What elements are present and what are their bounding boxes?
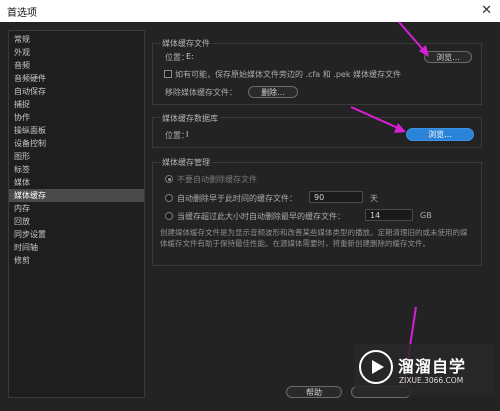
cache-size-input[interactable]: 14 <box>365 209 413 221</box>
delete-older-label: 自动删除早于此时间的缓存文件： <box>177 194 297 203</box>
cache-size-unit: GB <box>420 211 432 220</box>
save-beside-originals-label: 如有可能，保存原始媒体文件旁边的 .cfa 和 .pek 媒体缓存文件 <box>175 70 402 79</box>
no-auto-delete-label: 不要自动删除缓存文件 <box>177 175 257 184</box>
media-cache-description: 创建媒体缓存文件是为显示音频波形和改善某些媒体类型的播放。定期清理旧的或未使用的… <box>160 228 468 248</box>
cache-database-location-value: I <box>186 130 189 139</box>
cache-files-location-value: E: <box>186 52 194 61</box>
cache-files-browse-button[interactable]: 浏览... <box>424 51 472 63</box>
sidebar-item-collaboration[interactable]: 协作 <box>9 111 144 124</box>
media-cache-files-title: 媒体缓存文件 <box>160 38 212 49</box>
sidebar-item-timeline[interactable]: 时间轴 <box>9 241 144 254</box>
sidebar-item-audio[interactable]: 音频 <box>9 59 144 72</box>
sidebar-item-graphics[interactable]: 图形 <box>9 150 144 163</box>
sidebar-item-media-cache[interactable]: 媒体缓存 <box>9 189 144 202</box>
sidebar-item-audio-hardware[interactable]: 音频硬件 <box>9 72 144 85</box>
close-icon[interactable]: ✕ <box>481 3 492 18</box>
watermark-name: 溜溜自学 <box>398 357 467 376</box>
sidebar-item-capture[interactable]: 捕捉 <box>9 98 144 111</box>
media-cache-management-title: 媒体缓存管理 <box>160 157 212 168</box>
play-logo-icon <box>359 350 393 384</box>
delete-size-label: 当缓存超过此大小时自动删除最早的缓存文件： <box>177 212 345 221</box>
delete-cache-button[interactable]: 删除... <box>248 86 298 98</box>
sidebar-item-labels[interactable]: 标签 <box>9 163 144 176</box>
sidebar-item-general[interactable]: 常规 <box>9 33 144 46</box>
sidebar-item-trim[interactable]: 修剪 <box>9 254 144 267</box>
remove-cache-label: 移除媒体缓存文件： <box>165 88 237 97</box>
window-title: 首选项 <box>7 8 37 19</box>
title-bar: 首选项 ✕ <box>0 0 500 22</box>
sidebar-item-auto-save[interactable]: 自动保存 <box>9 85 144 98</box>
older-days-unit: 天 <box>370 194 378 203</box>
sidebar-item-appearance[interactable]: 外观 <box>9 46 144 59</box>
older-days-input[interactable]: 90 <box>309 191 363 203</box>
media-cache-database-title: 媒体缓存数据库 <box>160 113 220 124</box>
no-auto-delete-radio[interactable] <box>165 175 173 183</box>
delete-size-radio[interactable] <box>165 212 173 220</box>
cache-database-browse-button[interactable]: 浏览... <box>406 128 474 141</box>
watermark-url: ZIXUE.3066.COM <box>399 376 464 385</box>
sidebar-item-device-control[interactable]: 设备控制 <box>9 137 144 150</box>
sidebar-item-media[interactable]: 媒体 <box>9 176 144 189</box>
sidebar-item-playback[interactable]: 回放 <box>9 215 144 228</box>
help-button[interactable]: 帮助 <box>286 386 342 398</box>
category-sidebar: 常规 外观 音频 音频硬件 自动保存 捕捉 协作 操纵面板 设备控制 图形 标签… <box>8 30 145 398</box>
preferences-window: 首选项 ✕ 常规 外观 音频 音频硬件 自动保存 捕捉 协作 操纵面板 设备控制… <box>0 0 500 411</box>
sidebar-item-memory[interactable]: 内存 <box>9 202 144 215</box>
delete-older-radio[interactable] <box>165 194 173 202</box>
save-beside-originals-checkbox[interactable] <box>164 70 172 78</box>
sidebar-item-control-surface[interactable]: 操纵面板 <box>9 124 144 137</box>
sidebar-item-sync-settings[interactable]: 同步设置 <box>9 228 144 241</box>
